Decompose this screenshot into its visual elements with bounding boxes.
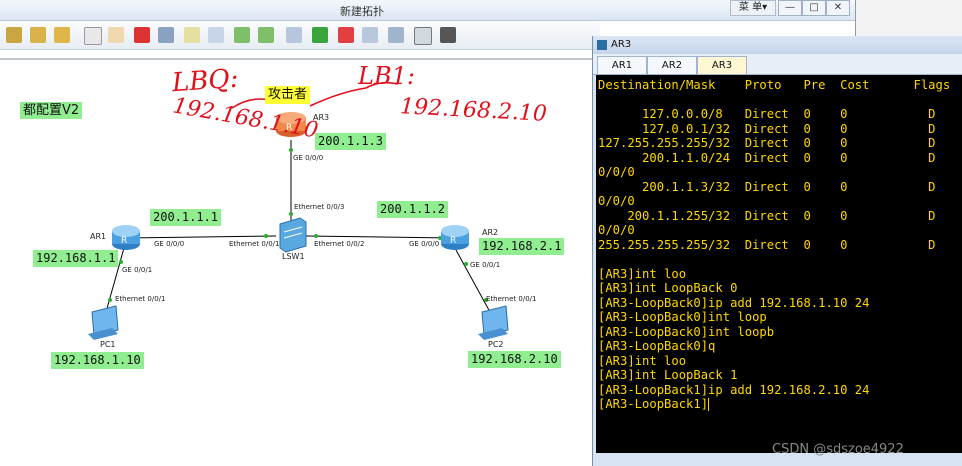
topology-title-label[interactable]: 都配置V2 [20,102,83,119]
terminal-line: Destination/Mask Proto Pre Cost Flags [598,78,951,92]
ip-label-ar3[interactable]: 200.1.1.3 [315,133,387,150]
link-lsw1-ar2 [305,235,453,239]
ip-label-ar2-wan[interactable]: 200.1.1.2 [377,201,449,218]
ip-label-ar1-lan[interactable]: 192.168.1.1 [33,250,119,267]
port-label-pc1-eth001: Ethernet 0/0/1 [115,295,166,303]
router-ar1-icon: R [112,225,140,250]
topology-links: R R R [88,81,509,340]
terminal-line: [AR3-LoopBack1] [598,397,709,411]
terminal-line: [AR3-LoopBack0]int loopb [598,324,775,339]
pc1-icon [88,305,119,340]
port-label-ar2-ge001: GE 0/0/1 [470,261,501,269]
link-ar2-pc2 [455,249,491,313]
svg-text:R: R [450,236,456,246]
port-label-pc2-eth001: Ethernet 0/0/1 [486,295,537,303]
ip-label-ar1-wan[interactable]: 200.1.1.1 [150,209,222,226]
terminal-line: 0/0/0 [598,165,635,179]
terminal-tabs: AR1 AR2 AR3 [593,54,962,75]
terminal-cursor [708,398,710,411]
terminal-app-icon [597,40,607,50]
device-name-lsw1: LSW1 [282,252,305,261]
tab-ar2[interactable]: AR2 [647,56,697,74]
terminal-title: AR3 [611,39,632,50]
terminal-line: [AR3]int loo [598,266,687,281]
terminal-titlebar[interactable]: AR3 [593,36,962,54]
ip-label-pc2[interactable]: 192.168.2.10 [468,351,561,368]
port-label-lsw-eth001: Ethernet 0/0/1 [229,240,280,248]
terminal-line: 127.255.255.255/32 Direct 0 0 D [598,136,936,150]
terminal-line: 200.1.1.0/24 Direct 0 0 D [598,150,936,165]
tab-ar1[interactable]: AR1 [597,56,647,74]
pc2-icon [478,305,509,340]
device-name-pc1: PC1 [100,340,116,349]
router-ar2-icon: R [441,225,469,250]
attacker-label[interactable]: 攻击者 [265,86,311,104]
ip-label-ar2-lan[interactable]: 192.168.2.1 [479,238,565,255]
port-label-ar2-ge000: GE 0/0/0 [409,240,440,248]
terminal-line: [AR3]int LoopBack 0 [598,281,738,295]
terminal-console[interactable]: Destination/Mask Proto Pre Cost Flags 12… [596,75,962,453]
terminal-line: [AR3]int LoopBack 1 [598,368,738,382]
terminal-line: 200.1.1.255/32 Direct 0 0 D [598,208,936,223]
terminal-line: 255.255.255.255/32 Direct 0 0 D [598,237,936,252]
terminal-line: [AR3]int loo [598,353,687,368]
terminal-line: 127.0.0.0/8 Direct 0 0 D [598,107,936,121]
terminal-line: [AR3-LoopBack0]ip add 192.168.1.10 24 [598,295,870,310]
port-label-lsw-eth003: Ethernet 0/0/3 [294,203,345,211]
terminal-line: [AR3-LoopBack0]q [598,339,716,353]
device-name-pc2: PC2 [488,340,504,349]
port-label-lsw-eth002: Ethernet 0/0/2 [314,240,365,248]
restore-button[interactable]: □ [802,0,826,16]
background-window-strip [855,0,962,40]
terminal-line: [AR3-LoopBack0]int loop [598,310,767,324]
terminal-line: 127.0.0.1/32 Direct 0 0 D [598,121,936,136]
tab-ar3[interactable]: AR3 [697,56,747,74]
device-name-ar3: AR3 [313,113,330,122]
port-label-ar3-ge000: GE 0/0/0 [293,154,324,162]
menu-button[interactable]: 菜 单▾ [730,0,776,16]
handwriting-lb1: LB1: [358,62,415,90]
device-name-ar2: AR2 [482,228,499,237]
link-ar1-lsw1 [125,235,277,239]
terminal-line: [AR3-LoopBack1]ip add 192.168.2.10 24 [598,382,870,397]
minimize-button[interactable]: — [778,0,802,16]
handwriting-lbq: LBQ: [171,63,240,99]
terminal-line: 0/0/0 [598,194,635,208]
terminal-window: AR3 AR1 AR2 AR3 Destination/Mask Proto P… [592,36,962,466]
terminal-line: 0/0/0 [598,223,635,237]
watermark: CSDN @sdszoe4922 [772,442,904,457]
terminal-line: 200.1.1.3/32 Direct 0 0 D [598,179,936,194]
switch-lsw1-icon [279,217,307,253]
close-button[interactable]: ✕ [826,0,850,16]
port-label-ar1-ge001: GE 0/0/1 [122,266,153,274]
svg-text:R: R [121,236,127,246]
device-name-ar1: AR1 [90,232,107,241]
ip-label-pc1[interactable]: 192.168.1.10 [51,352,144,369]
port-label-ar1-ge000: GE 0/0/0 [154,240,185,248]
